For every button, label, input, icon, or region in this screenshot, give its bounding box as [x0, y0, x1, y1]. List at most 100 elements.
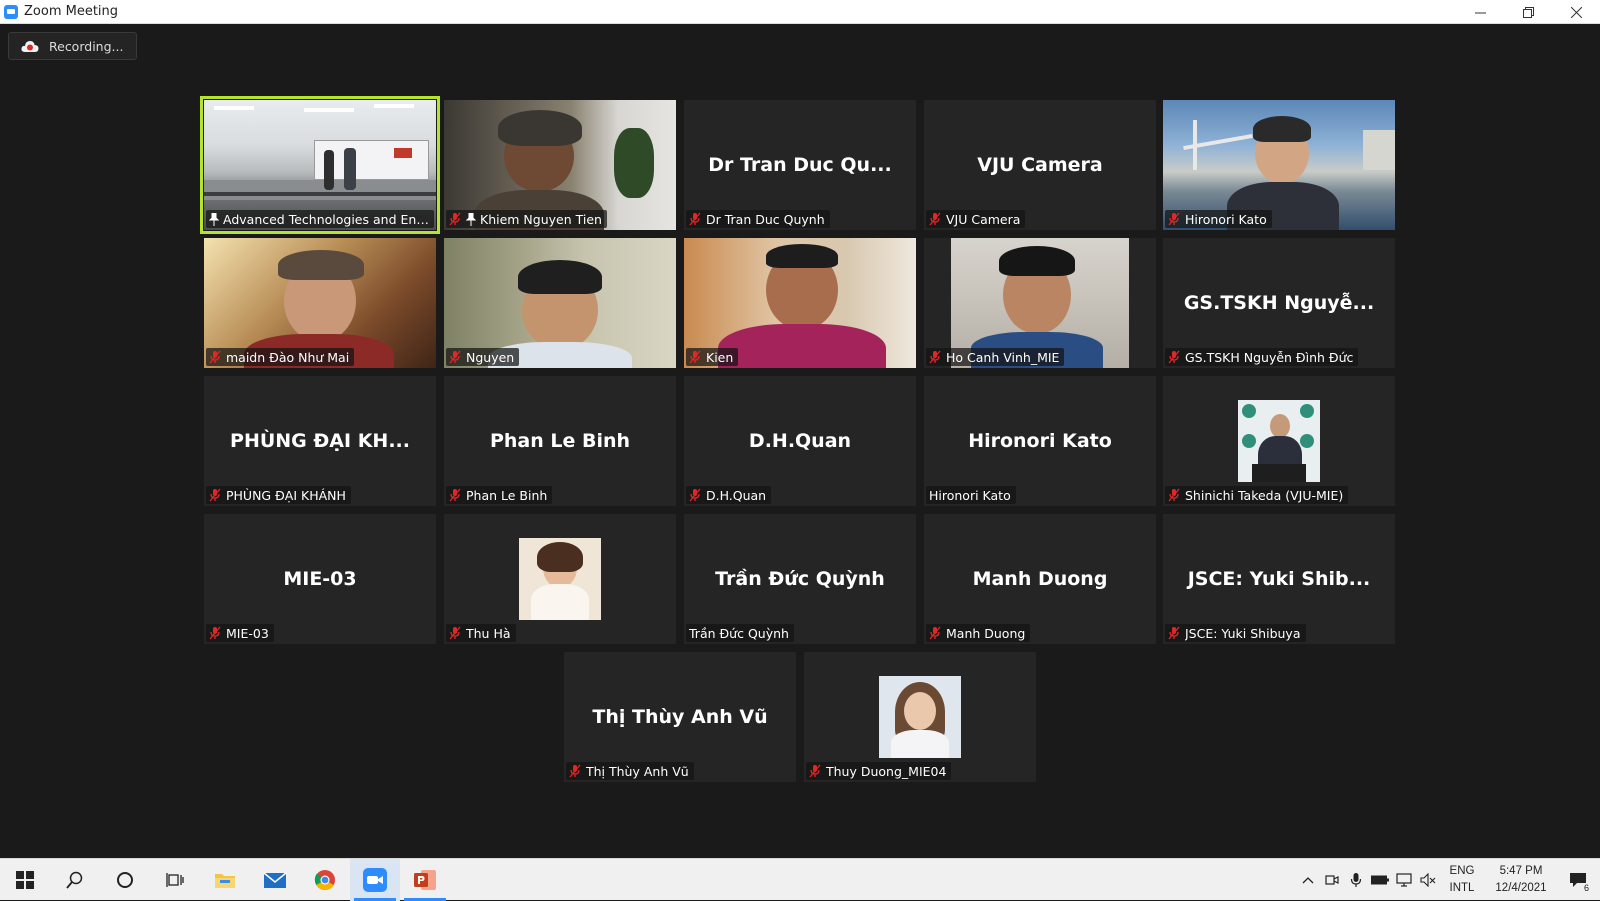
- task-view-icon: [166, 872, 184, 887]
- participant-name: Manh Duong: [946, 625, 1026, 641]
- participant-name: VJU Camera: [946, 211, 1021, 227]
- participant-tile[interactable]: PHÙNG ĐẠI KH... PHÙNG ĐẠI KHÁNH: [204, 376, 436, 506]
- participant-tile[interactable]: Manh Duong Manh Duong: [924, 514, 1156, 644]
- task-view-button[interactable]: [150, 859, 200, 901]
- action-center-button[interactable]: 6: [1556, 859, 1600, 901]
- show-hidden-icons-button[interactable]: [1296, 859, 1320, 901]
- muted-mic-icon: [1168, 488, 1180, 502]
- participant-name: Trần Đức Quỳnh: [689, 625, 789, 641]
- participant-tile[interactable]: Thuy Duong_MIE04: [804, 652, 1036, 782]
- participant-tile[interactable]: Shinichi Takeda (VJU-MIE): [1163, 376, 1395, 506]
- muted-mic-icon: [209, 488, 221, 502]
- participant-name: Advanced Technologies and Engin...: [223, 211, 429, 227]
- window-titlebar: Zoom Meeting: [0, 0, 1600, 24]
- muted-mic-icon: [209, 350, 221, 364]
- participant-tile[interactable]: Hironori Kato Hironori Kato: [924, 376, 1156, 506]
- pin-icon: [466, 212, 476, 226]
- participant-display-name: Thị Thùy Anh Vũ: [592, 706, 768, 728]
- participant-tile[interactable]: MIE-03 MIE-03: [204, 514, 436, 644]
- participant-tile[interactable]: D.H.Quan D.H.Quan: [684, 376, 916, 506]
- cortana-icon: [117, 871, 133, 888]
- muted-mic-icon: [689, 350, 701, 364]
- participant-tile[interactable]: Advanced Technologies and Engin...: [200, 96, 440, 234]
- muted-mic-icon: [1168, 212, 1180, 226]
- participant-tile[interactable]: GS.TSKH Nguyễ... GS.TSKH Nguyễn Đình Đức: [1163, 238, 1395, 368]
- participant-display-name: Phan Le Binh: [489, 430, 631, 452]
- file-explorer-button[interactable]: [200, 859, 250, 901]
- muted-mic-icon: [929, 350, 941, 364]
- participant-tile[interactable]: VJU Camera VJU Camera: [924, 100, 1156, 230]
- participant-name: MIE-03: [226, 625, 269, 641]
- cloud-recording-icon: [21, 40, 39, 52]
- minimize-button[interactable]: [1456, 0, 1504, 24]
- tray-app-button[interactable]: [1320, 859, 1344, 901]
- participant-name: maidn Đào Như Mai: [226, 349, 350, 365]
- participant-name: D.H.Quan: [706, 487, 767, 503]
- participant-display-name: MIE-03: [283, 568, 357, 590]
- keyboard-layout: INTL: [1449, 882, 1475, 894]
- participant-name: GS.TSKH Nguyễn Đình Đức: [1185, 349, 1354, 365]
- system-tray: ENG INTL 5:47 PM 12/4/2021 6: [1296, 859, 1600, 901]
- taskbar-clock[interactable]: 5:47 PM 12/4/2021: [1486, 863, 1556, 897]
- muted-mic-icon: [809, 764, 821, 778]
- windows-start-button[interactable]: [0, 859, 50, 901]
- network-tray-button[interactable]: [1392, 859, 1416, 901]
- participant-name: Thu Hà: [466, 625, 511, 641]
- profile-picture: [879, 676, 961, 758]
- participant-display-name: Hironori Kato: [968, 430, 1112, 452]
- window-title: Zoom Meeting: [24, 4, 119, 19]
- participant-display-name: VJU Camera: [977, 154, 1103, 176]
- muted-mic-icon: [449, 350, 461, 364]
- participant-name: Hironori Kato: [1185, 211, 1267, 227]
- participant-tile[interactable]: maidn Đào Như Mai: [204, 238, 436, 368]
- battery-tray-button[interactable]: [1368, 859, 1392, 901]
- input-language-indicator[interactable]: ENG INTL: [1444, 863, 1480, 897]
- participant-tile[interactable]: Nguyen: [444, 238, 676, 368]
- mail-button[interactable]: [250, 859, 300, 901]
- pin-icon: [209, 212, 219, 226]
- participant-name: Kien: [706, 349, 734, 365]
- search-icon: [66, 871, 83, 889]
- participant-display-name: D.H.Quan: [748, 430, 852, 452]
- profile-picture: [1238, 400, 1320, 482]
- zoom-taskbar-button[interactable]: [350, 858, 400, 901]
- powerpoint-button[interactable]: [400, 859, 450, 901]
- chrome-icon: [314, 869, 335, 890]
- windows-start-icon: [16, 870, 34, 889]
- language-code: ENG: [1449, 865, 1475, 877]
- close-button[interactable]: [1552, 0, 1600, 24]
- participant-tile[interactable]: Thị Thùy Anh Vũ Thị Thùy Anh Vũ: [564, 652, 796, 782]
- participant-tile[interactable]: JSCE: Yuki Shib... JSCE: Yuki Shibuya: [1163, 514, 1395, 644]
- muted-mic-icon: [689, 488, 701, 502]
- participant-display-name: GS.TSKH Nguyễ...: [1183, 292, 1375, 314]
- notification-count: 6: [1581, 883, 1591, 893]
- volume-tray-button[interactable]: [1416, 859, 1440, 901]
- microphone-tray-button[interactable]: [1344, 859, 1368, 901]
- muted-mic-icon: [1168, 626, 1180, 640]
- participant-tile[interactable]: Trần Đức Quỳnh Trần Đức Quỳnh: [684, 514, 916, 644]
- windows-taskbar: ENG INTL 5:47 PM 12/4/2021 6: [0, 858, 1600, 901]
- participant-tile[interactable]: Ho Canh Vinh_MIE: [924, 238, 1156, 368]
- participant-tile[interactable]: Khiem Nguyen Tien: [444, 100, 676, 230]
- participant-tile[interactable]: Kien: [684, 238, 916, 368]
- volume-muted-icon: [1420, 873, 1436, 887]
- meet-now-icon: [1325, 875, 1339, 885]
- participant-tile[interactable]: Thu Hà: [444, 514, 676, 644]
- participant-name: Hironori Kato: [929, 487, 1011, 503]
- restore-button[interactable]: [1504, 0, 1552, 24]
- recording-indicator[interactable]: Recording...: [8, 32, 137, 60]
- recording-label: Recording...: [49, 38, 124, 54]
- network-icon: [1396, 873, 1412, 887]
- file-explorer-icon: [215, 873, 235, 888]
- participant-tile[interactable]: Phan Le Binh Phan Le Binh: [444, 376, 676, 506]
- cortana-button[interactable]: [100, 859, 150, 901]
- participant-tile[interactable]: Hironori Kato: [1163, 100, 1395, 230]
- chrome-button[interactable]: [300, 859, 350, 901]
- participant-name: Ho Canh Vinh_MIE: [946, 349, 1060, 365]
- microphone-icon: [1350, 873, 1362, 887]
- muted-mic-icon: [689, 212, 701, 226]
- participant-name: Thị Thùy Anh Vũ: [586, 763, 689, 779]
- muted-mic-icon: [929, 212, 941, 226]
- participant-tile[interactable]: Dr Tran Duc Qu... Dr Tran Duc Quynh: [684, 100, 916, 230]
- taskbar-search-button[interactable]: [50, 859, 100, 901]
